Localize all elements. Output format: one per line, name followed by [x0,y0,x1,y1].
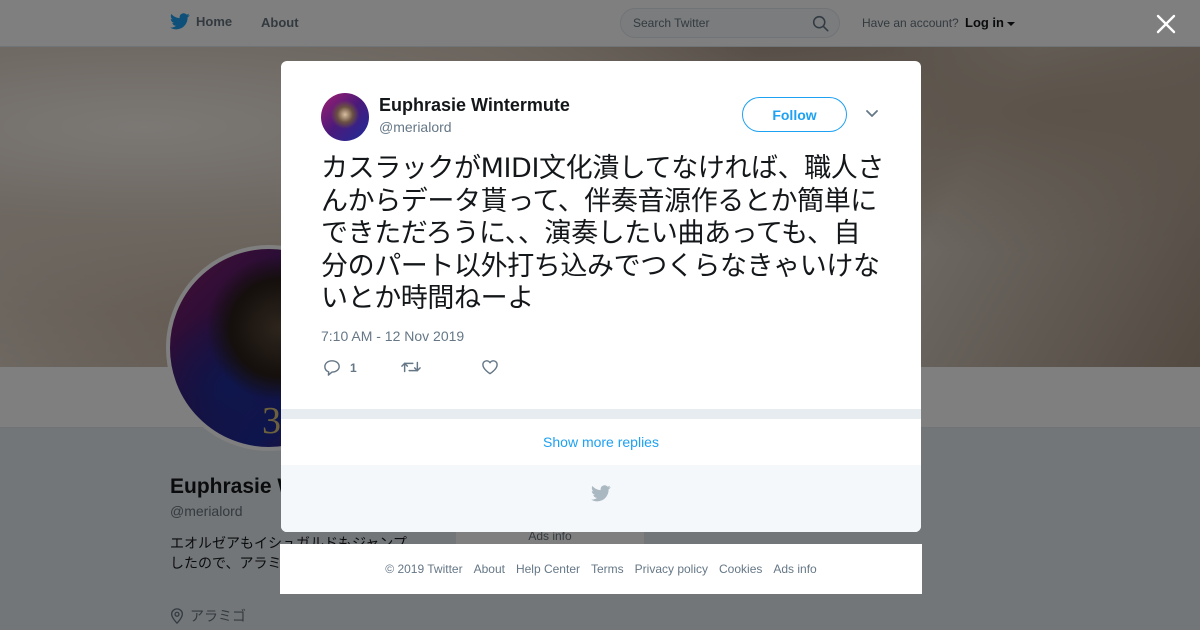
modal-footer [281,465,921,532]
tweet-timestamp[interactable]: 7:10 AM - 12 Nov 2019 [321,328,464,344]
twitter-bird-icon [591,485,611,502]
like-button[interactable] [481,359,508,375]
retweet-button[interactable] [401,359,430,375]
heart-icon [482,360,498,375]
chevron-down-icon[interactable] [865,109,879,119]
close-icon[interactable] [1154,12,1178,36]
reply-count: 1 [350,360,357,375]
follow-button[interactable]: Follow [742,97,847,132]
reply-button[interactable]: 1 [323,359,357,376]
footer-links: © 2019 Twitter About Help Center Terms P… [280,544,922,594]
tweet-author-handle[interactable]: @merialord [379,119,452,135]
footer-link-about[interactable]: About [474,562,505,576]
tweet-author-name[interactable]: Euphrasie Wintermute [379,95,570,116]
tweet-modal: Euphrasie Wintermute @merialord Follow カ… [281,61,921,532]
footer-copyright: © 2019 Twitter [385,562,463,576]
tweet-author-avatar[interactable] [321,93,369,141]
footer-link-help-center[interactable]: Help Center [516,562,580,576]
footer-link-terms[interactable]: Terms [591,562,624,576]
reply-icon [324,360,340,376]
section-divider [281,409,921,419]
show-more-replies-link[interactable]: Show more replies [281,419,921,466]
footer-link-privacy-policy[interactable]: Privacy policy [635,562,708,576]
footer-link-cookies[interactable]: Cookies [719,562,762,576]
tweet-text: カスラックがMIDI文化潰してなければ、職人さんからデータ貰って、伴奏音源作ると… [321,153,885,314]
footer-link-ads-info[interactable]: Ads info [773,562,816,576]
retweet-icon [401,361,421,373]
